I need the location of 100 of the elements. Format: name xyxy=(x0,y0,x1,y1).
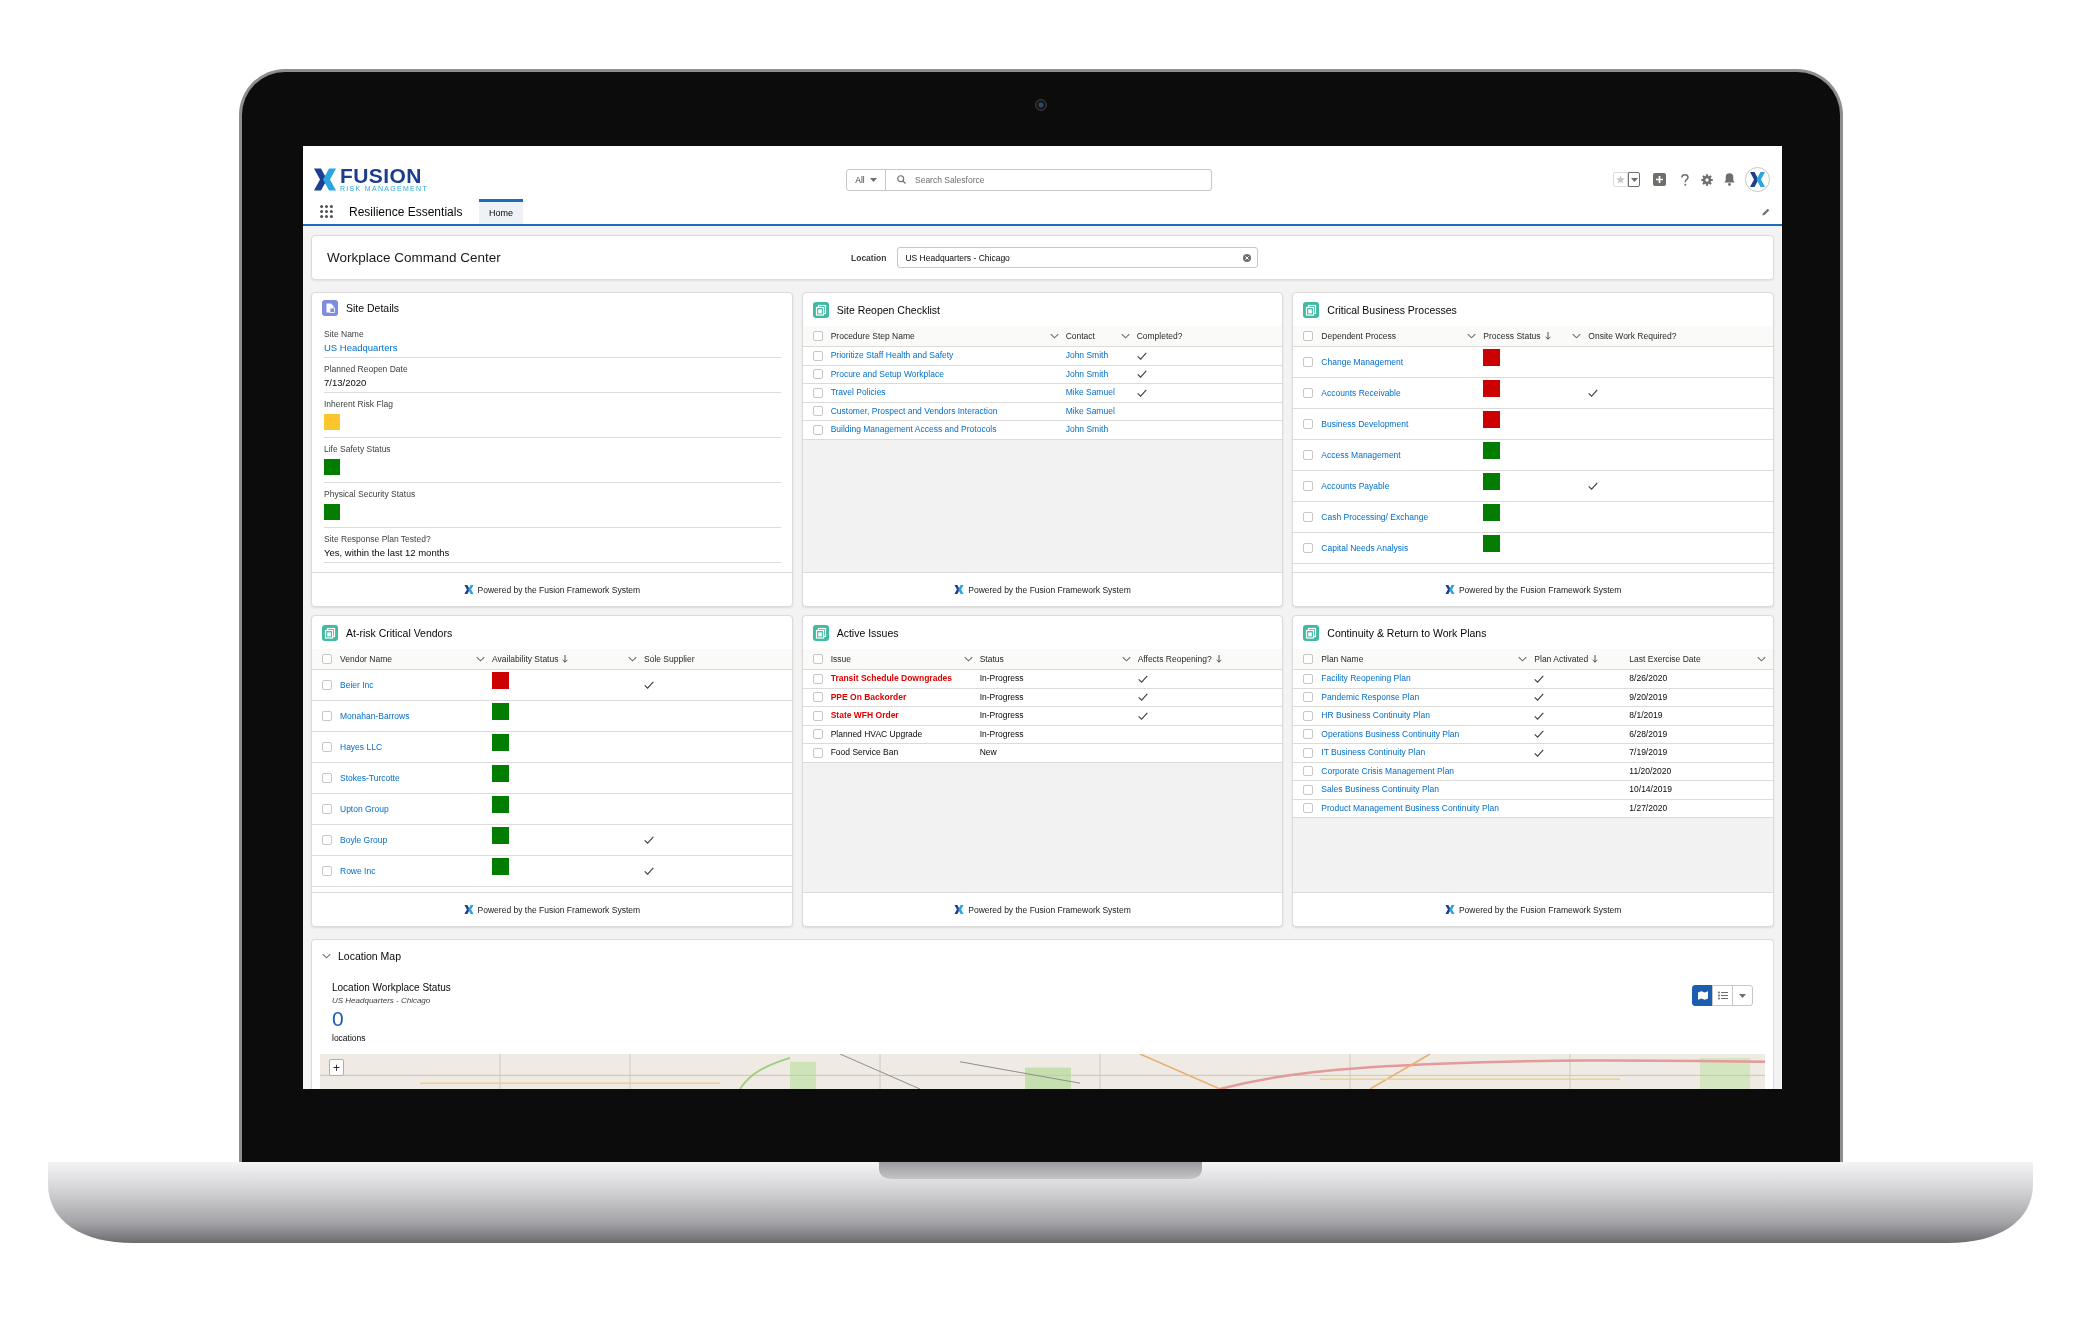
row-checkbox[interactable] xyxy=(1303,729,1314,740)
column-header[interactable]: Contact xyxy=(1065,331,1095,341)
record-link[interactable]: Stokes-Turcotte xyxy=(340,772,400,784)
record-link[interactable]: Mike Samuel xyxy=(1065,405,1115,417)
record-link[interactable]: John Smith xyxy=(1065,368,1109,380)
column-header[interactable]: Plan Activated xyxy=(1534,654,1589,664)
record-link[interactable]: Rowe Inc xyxy=(340,865,376,877)
record-link[interactable]: Upton Group xyxy=(340,803,389,815)
row-checkbox[interactable] xyxy=(1303,673,1314,684)
row-checkbox[interactable] xyxy=(1303,710,1314,721)
row-checkbox[interactable] xyxy=(322,773,332,783)
clear-icon[interactable] xyxy=(1243,253,1252,262)
column-header[interactable]: Dependent Process xyxy=(1321,331,1396,341)
chevron-down-icon[interactable] xyxy=(1121,656,1131,662)
row-checkbox[interactable] xyxy=(812,387,823,398)
row-checkbox[interactable] xyxy=(322,866,332,876)
row-checkbox[interactable] xyxy=(1303,481,1314,491)
column-header[interactable]: Availability Status xyxy=(492,654,559,664)
search-field[interactable]: Search Salesforce xyxy=(886,168,1212,191)
column-header[interactable]: Affects Reopening? xyxy=(1137,654,1212,664)
chevron-down-icon[interactable] xyxy=(628,656,637,662)
record-link[interactable]: Sales Business Continuity Plan xyxy=(1321,784,1439,796)
record-link[interactable]: Capital Needs Analysis xyxy=(1321,542,1409,554)
row-checkbox[interactable] xyxy=(812,747,823,758)
row-checkbox[interactable] xyxy=(812,406,823,417)
record-link[interactable]: Boyle Group xyxy=(340,834,388,846)
select-all-checkbox[interactable] xyxy=(322,654,332,664)
record-link[interactable]: Procure and Setup Workplace xyxy=(830,368,944,380)
select-all-checkbox[interactable] xyxy=(812,331,823,341)
record-link[interactable]: Corporate Crisis Management Plan xyxy=(1321,765,1455,777)
row-checkbox[interactable] xyxy=(812,424,823,435)
row-checkbox[interactable] xyxy=(322,680,332,690)
nav-tab[interactable]: Home xyxy=(479,199,523,224)
help-icon[interactable] xyxy=(1681,173,1689,186)
select-all-checkbox[interactable] xyxy=(812,654,823,664)
row-checkbox[interactable] xyxy=(1303,692,1314,703)
record-link[interactable]: Monahan-Barrows xyxy=(340,710,410,722)
chevron-down-icon[interactable] xyxy=(1757,656,1766,662)
row-checkbox[interactable] xyxy=(1303,388,1314,398)
column-header[interactable]: Completed? xyxy=(1136,331,1183,341)
chevron-down-icon[interactable] xyxy=(1467,333,1477,339)
row-checkbox[interactable] xyxy=(812,692,823,703)
chevron-down-icon[interactable] xyxy=(1049,333,1059,339)
record-link[interactable]: John Smith xyxy=(1065,350,1109,362)
pencil-icon[interactable] xyxy=(1762,207,1770,216)
record-link[interactable]: Product Management Business Continuity Plan xyxy=(1321,802,1499,814)
column-header[interactable]: Last Exercise Date xyxy=(1629,654,1701,664)
record-link[interactable]: Customer, Prospect and Vendors Interaction xyxy=(830,405,998,417)
row-checkbox[interactable] xyxy=(1303,766,1314,777)
location-field[interactable]: US Headquarters - Chicago xyxy=(897,247,1259,268)
record-link[interactable]: Mike Samuel xyxy=(1065,387,1115,399)
avatar-icon[interactable] xyxy=(1745,167,1770,192)
record-link[interactable]: Beier Inc xyxy=(340,679,374,691)
row-checkbox[interactable] xyxy=(812,729,823,740)
search-scope-dropdown[interactable]: All xyxy=(846,168,886,191)
record-link[interactable]: IT Business Continuity Plan xyxy=(1321,747,1426,759)
row-checkbox[interactable] xyxy=(322,804,332,814)
row-checkbox[interactable] xyxy=(1303,543,1314,553)
record-link[interactable]: John Smith xyxy=(1065,424,1109,436)
chevron-down-icon[interactable] xyxy=(1518,656,1528,662)
row-checkbox[interactable] xyxy=(1303,803,1314,814)
column-header[interactable]: Sole Supplier xyxy=(644,654,695,664)
chevron-down-icon[interactable] xyxy=(963,656,973,662)
column-header[interactable]: Vendor Name xyxy=(340,654,392,664)
record-link[interactable]: Access Management xyxy=(1321,449,1401,461)
select-all-checkbox[interactable] xyxy=(1303,331,1314,341)
row-checkbox[interactable] xyxy=(812,673,823,684)
row-checkbox[interactable] xyxy=(1303,357,1314,367)
column-header[interactable]: Procedure Step Name xyxy=(830,331,915,341)
row-checkbox[interactable] xyxy=(1303,747,1314,758)
chevron-down-icon[interactable] xyxy=(476,656,485,662)
plus-icon[interactable] xyxy=(1653,173,1666,186)
view-toggle-button[interactable] xyxy=(1712,985,1733,1006)
record-link[interactable]: Building Management Access and Protocols xyxy=(830,424,997,436)
field-link[interactable]: US Headquarters xyxy=(324,340,398,355)
record-link[interactable]: HR Business Continuity Plan xyxy=(1321,710,1430,722)
column-header[interactable]: Onsite Work Required? xyxy=(1588,331,1677,341)
row-checkbox[interactable] xyxy=(1303,784,1314,795)
row-checkbox[interactable] xyxy=(812,350,823,361)
column-header[interactable]: Status xyxy=(979,654,1004,664)
record-link[interactable]: Cash Processing/ Exchange xyxy=(1321,511,1429,523)
section-toggle[interactable]: Location Map xyxy=(312,940,408,972)
record-link[interactable]: Operations Business Continuity Plan xyxy=(1321,728,1460,740)
record-link[interactable]: Accounts Payable xyxy=(1321,480,1390,492)
settings-icon[interactable] xyxy=(1701,173,1713,186)
column-header[interactable]: Process Status xyxy=(1483,331,1541,341)
select-all-checkbox[interactable] xyxy=(1303,654,1314,664)
zoom-in-button[interactable]: + xyxy=(329,1059,344,1076)
record-link[interactable]: Business Development xyxy=(1321,418,1409,430)
view-toggle-button[interactable] xyxy=(1692,985,1713,1006)
favorites-menu-button[interactable] xyxy=(1628,172,1640,187)
column-header[interactable]: Plan Name xyxy=(1321,654,1364,664)
row-checkbox[interactable] xyxy=(1303,419,1314,429)
row-checkbox[interactable] xyxy=(812,710,823,721)
chevron-down-icon[interactable] xyxy=(1120,333,1130,339)
record-link[interactable]: Facility Reopening Plan xyxy=(1321,673,1411,685)
dots-grid-icon[interactable] xyxy=(320,205,333,218)
record-link[interactable]: Change Management xyxy=(1321,356,1404,368)
row-checkbox[interactable] xyxy=(812,369,823,380)
chevron-down-icon[interactable] xyxy=(322,953,331,959)
